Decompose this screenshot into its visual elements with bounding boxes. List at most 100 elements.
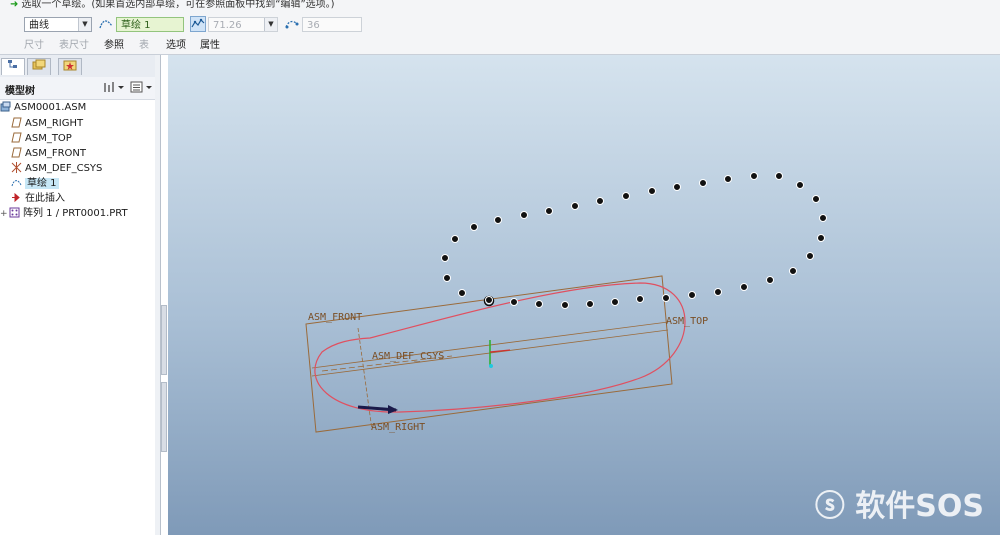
pattern-point <box>817 234 825 242</box>
tree-item-asm-top[interactable]: ASM_TOP <box>11 131 166 146</box>
pattern-point <box>520 211 528 219</box>
tree-item-label: ASM_TOP <box>25 133 72 144</box>
pattern-type-select[interactable]: 曲线 ▼ <box>24 17 92 32</box>
csys-z-axis <box>489 364 493 368</box>
navigator-panel: 模型树 ASM0001.ASM ASM_RIGHT ASM_TOP ASM_FR… <box>0 55 161 535</box>
datum-plane-icon <box>11 132 22 143</box>
pattern-point <box>611 298 619 306</box>
insert-arrow-icon <box>11 192 22 203</box>
tab-properties[interactable]: 属性 <box>200 36 220 51</box>
prompt-arrow-icon: ➜ <box>10 0 19 10</box>
pattern-point <box>662 294 670 302</box>
pattern-point <box>789 267 797 275</box>
tree-item-sketch[interactable]: 草绘 1 <box>11 176 166 191</box>
expand-icon[interactable]: + <box>0 207 9 222</box>
model-tree-title: 模型树 <box>5 86 35 97</box>
watermark: ⓢ 软件SOS <box>815 481 984 525</box>
tree-item-label: ASM_FRONT <box>25 148 86 159</box>
sketch-value: 草绘 1 <box>121 20 151 31</box>
show-icon[interactable] <box>130 80 154 96</box>
pattern-point <box>545 207 553 215</box>
datum-plane-right-edge <box>357 327 373 431</box>
datum-plane-icon <box>11 117 22 128</box>
favorites-tab-icon[interactable] <box>58 58 82 75</box>
chevron-down-icon[interactable]: ▼ <box>264 18 277 31</box>
tree-item-label: 在此插入 <box>25 193 65 204</box>
pitch-field[interactable]: 71.26 ▼ <box>208 17 278 32</box>
pattern-point <box>458 289 466 297</box>
csys-label[interactable]: ASM_DEF_CSYS <box>372 351 444 362</box>
graphics-window[interactable]: ASM_FRONT ASM_TOP ASM_RIGHT ASM_DEF_CSYS… <box>168 55 1000 535</box>
tree-item-asm[interactable]: ASM0001.ASM <box>0 100 155 115</box>
pattern-point <box>775 172 783 180</box>
watermark-logo-icon: ⓢ <box>814 489 856 524</box>
watermark-text: 软件SOS <box>855 489 984 524</box>
member-count-icon[interactable] <box>284 16 300 32</box>
tree-item-pattern[interactable]: + 阵列 1 / PRT0001.PRT <box>0 206 155 221</box>
message-text: 选取一个草绘。(如果首选内部草绘，可在参照面板中找到“编辑”选项。) <box>21 0 335 10</box>
tree-item-asm-def-csys[interactable]: ASM_DEF_CSYS <box>11 161 166 176</box>
pattern-point <box>806 252 814 260</box>
pattern-point <box>596 197 604 205</box>
tree-item-label: ASM0001.ASM <box>14 102 87 113</box>
panel-sash-handle[interactable] <box>161 382 167 452</box>
pattern-point <box>673 183 681 191</box>
coordinate-system-icon <box>11 162 22 173</box>
pattern-point <box>622 192 630 200</box>
pattern-point <box>766 276 774 284</box>
pattern-point <box>714 288 722 296</box>
model-viewport[interactable]: ASM_FRONT ASM_TOP ASM_RIGHT ASM_DEF_CSYS <box>168 55 1000 535</box>
pattern-point <box>636 295 644 303</box>
pattern-point <box>535 300 543 308</box>
status-message: ➜ 选取一个草绘。(如果首选内部草绘，可在参照面板中找到“编辑”选项。) <box>10 0 335 10</box>
tab-options[interactable]: 选项 <box>166 36 186 51</box>
pattern-point <box>648 187 656 195</box>
pattern-point <box>510 298 518 306</box>
sketch-icon <box>11 177 22 188</box>
pattern-point <box>796 181 804 189</box>
settings-icon[interactable] <box>103 80 125 96</box>
pattern-point <box>561 301 569 309</box>
member-count-field[interactable]: 36 <box>302 17 362 32</box>
pattern-point <box>812 195 820 203</box>
tree-item-label: ASM_RIGHT <box>25 118 84 129</box>
pattern-point <box>451 235 459 243</box>
sketch-collector[interactable]: 草绘 1 <box>116 17 184 32</box>
model-tree-header: 模型树 <box>0 77 155 100</box>
tree-item-insert-here[interactable]: 在此插入 <box>11 191 166 206</box>
navigator-tabs <box>0 55 160 78</box>
pattern-type-value: 曲线 <box>29 20 49 31</box>
spacing-icon[interactable] <box>190 16 206 32</box>
pattern-point <box>586 300 594 308</box>
tree-item-asm-front[interactable]: ASM_FRONT <box>11 146 166 161</box>
pattern-icon <box>9 207 20 218</box>
datum-label-front[interactable]: ASM_FRONT <box>308 312 362 323</box>
datum-plane-icon <box>11 147 22 158</box>
pattern-point <box>494 216 502 224</box>
model-tree-tab-icon[interactable] <box>1 58 25 75</box>
assembly-icon <box>0 101 11 112</box>
tab-references[interactable]: 参照 <box>104 36 124 51</box>
tree-item-label: 阵列 1 / PRT0001.PRT <box>23 208 128 219</box>
panel-sash-handle[interactable] <box>161 305 167 375</box>
tree-item-label: ASM_DEF_CSYS <box>25 163 103 174</box>
folder-browser-tab-icon[interactable] <box>27 58 51 75</box>
pattern-point <box>699 179 707 187</box>
tab-table-dimensions[interactable]: 表尺寸 <box>59 36 89 51</box>
pattern-point <box>485 296 493 304</box>
panel-edge <box>155 55 160 535</box>
feature-dashboard: ➜ 选取一个草绘。(如果首选内部草绘，可在参照面板中找到“编辑”选项。) 曲线 ▼… <box>0 0 1000 55</box>
pitch-value: 71.26 <box>213 20 242 31</box>
count-value: 36 <box>307 20 320 31</box>
sketch-curve[interactable] <box>314 282 686 413</box>
pattern-point <box>750 172 758 180</box>
datum-label-top[interactable]: ASM_TOP <box>666 316 708 327</box>
pattern-point <box>470 223 478 231</box>
datum-label-right[interactable]: ASM_RIGHT <box>371 422 425 433</box>
chevron-down-icon[interactable]: ▼ <box>78 18 91 31</box>
pattern-point <box>819 214 827 222</box>
tab-table[interactable]: 表 <box>139 36 149 51</box>
pattern-point <box>688 291 696 299</box>
tab-dimensions[interactable]: 尺寸 <box>24 36 44 51</box>
tree-item-asm-right[interactable]: ASM_RIGHT <box>11 116 166 131</box>
